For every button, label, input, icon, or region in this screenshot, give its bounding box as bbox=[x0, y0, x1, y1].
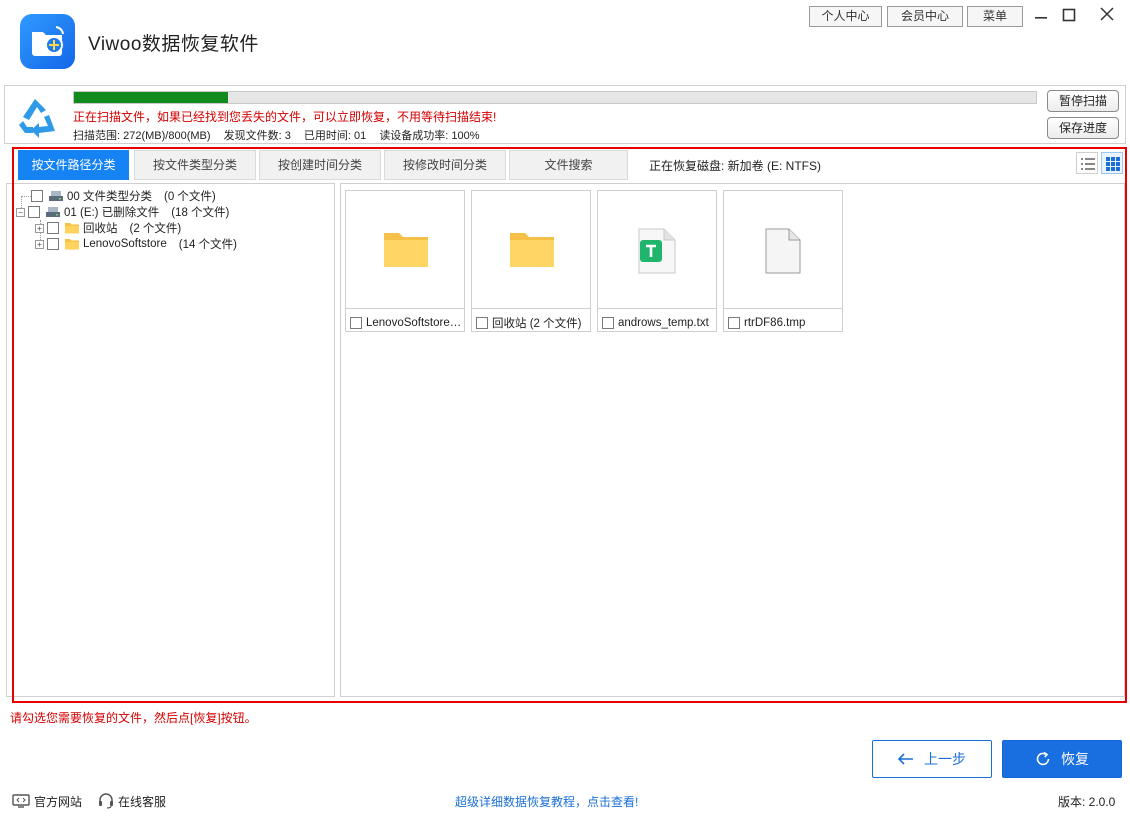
close-icon bbox=[1100, 7, 1114, 21]
recover-button[interactable]: 恢复 bbox=[1002, 740, 1122, 778]
version-label: 版本: 2.0.0 bbox=[1058, 795, 1116, 809]
recycle-icon bbox=[19, 99, 55, 138]
app-logo bbox=[20, 14, 75, 69]
selection-hint: 请勾选您需要恢复的文件，然后点[恢复]按钮。 bbox=[10, 711, 257, 725]
scan-progress-bar bbox=[73, 91, 1037, 104]
save-progress-button[interactable]: 保存进度 bbox=[1047, 117, 1119, 139]
back-button[interactable]: 上一步 bbox=[872, 740, 992, 778]
official-website-link[interactable]: 官方网站 bbox=[12, 792, 82, 810]
scan-progress-fill bbox=[74, 92, 228, 103]
title-bar: Viwoo数据恢复软件 个人中心 会员中心 菜单 bbox=[0, 0, 1130, 84]
found-count: 发现文件数: 3 bbox=[223, 130, 291, 142]
refresh-icon bbox=[1036, 751, 1050, 766]
close-button[interactable] bbox=[1095, 4, 1119, 26]
folder-plus-icon bbox=[32, 26, 64, 56]
menu-button[interactable]: 菜单 bbox=[967, 6, 1023, 27]
scan-panel: 正在扫描文件，如果已经找到您丢失的文件，可以立即恢复，不用等待扫描结束! 扫描范… bbox=[4, 85, 1126, 144]
personal-center-button[interactable]: 个人中心 bbox=[809, 6, 882, 27]
success-rate: 读设备成功率: 100% bbox=[379, 130, 480, 142]
monitor-icon bbox=[12, 794, 30, 808]
pause-scan-button[interactable]: 暂停扫描 bbox=[1047, 90, 1119, 112]
tutorial-link[interactable]: 超级详细数据恢复教程，点击查看! bbox=[455, 793, 638, 810]
minimize-button[interactable] bbox=[1029, 4, 1053, 26]
back-label: 上一步 bbox=[924, 751, 966, 767]
scan-stats: 扫描范围: 272(MB)/800(MB) 发现文件数: 3 已用时间: 01 … bbox=[73, 127, 490, 143]
scan-range: 扫描范围: 272(MB)/800(MB) bbox=[73, 130, 211, 142]
app-title: Viwoo数据恢复软件 bbox=[88, 34, 259, 55]
member-center-button[interactable]: 会员中心 bbox=[887, 6, 963, 27]
maximize-icon bbox=[1062, 8, 1076, 22]
online-support-link[interactable]: 在线客服 bbox=[98, 792, 166, 810]
elapsed-time: 已用时间: 01 bbox=[303, 130, 367, 142]
scan-message: 正在扫描文件，如果已经找到您丢失的文件，可以立即恢复，不用等待扫描结束! bbox=[73, 110, 497, 124]
headset-icon bbox=[99, 793, 113, 809]
support-label: 在线客服 bbox=[118, 794, 167, 809]
minimize-icon bbox=[1035, 17, 1047, 19]
highlight-frame bbox=[12, 147, 1127, 703]
arrow-left-icon bbox=[898, 753, 913, 765]
maximize-button[interactable] bbox=[1057, 4, 1081, 26]
recover-label: 恢复 bbox=[1061, 751, 1089, 767]
website-label: 官方网站 bbox=[34, 794, 83, 809]
